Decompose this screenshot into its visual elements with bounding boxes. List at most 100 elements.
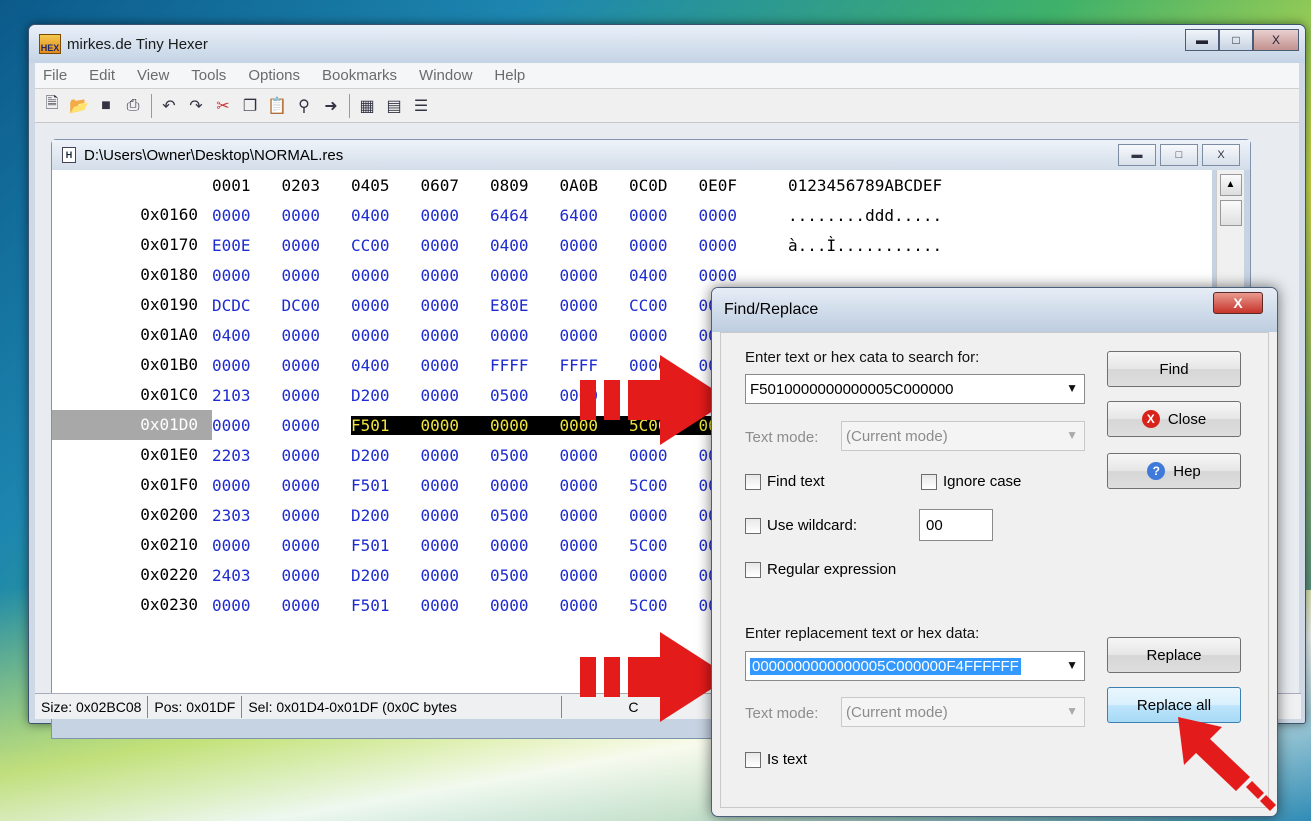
regex-checkbox[interactable]: Regular expression xyxy=(745,561,896,578)
wildcard-input[interactable]: 00 xyxy=(919,509,993,541)
hex-word[interactable]: 5C00 xyxy=(629,596,699,615)
hex-word[interactable]: D200 xyxy=(351,446,421,465)
hex-word[interactable]: 0000 xyxy=(421,566,491,585)
hex-word[interactable]: 0000 xyxy=(699,206,769,225)
hex-word[interactable]: 0000 xyxy=(282,566,352,585)
hex-word[interactable]: F501 xyxy=(351,536,421,555)
use-wildcard-checkbox[interactable]: Use wildcard: xyxy=(745,517,857,534)
view-hex-icon[interactable]: ▦ xyxy=(356,95,378,117)
hex-word[interactable]: 0000 xyxy=(282,536,352,555)
hex-word[interactable]: 0000 xyxy=(421,446,491,465)
hex-word[interactable]: CC00 xyxy=(351,236,421,255)
hex-word[interactable]: DC00 xyxy=(282,296,352,315)
hex-word[interactable]: 0000 xyxy=(212,536,282,555)
hex-word[interactable]: F501 xyxy=(351,415,421,435)
hex-word[interactable]: 0000 xyxy=(421,266,491,285)
hex-word[interactable]: 0000 xyxy=(699,236,769,255)
hex-word[interactable]: 0000 xyxy=(282,326,352,345)
hex-word[interactable]: 0000 xyxy=(490,415,560,435)
paste-icon[interactable]: 📋 xyxy=(266,95,288,117)
minimize-icon[interactable]: ▬ xyxy=(1185,29,1219,51)
scroll-thumb[interactable] xyxy=(1219,200,1242,226)
hex-row[interactable]: 0x0180 0000 0000 0000 0000 0000 0000 0400 0000 xyxy=(52,260,1212,290)
hex-word[interactable]: 0500 xyxy=(490,506,560,525)
hex-word[interactable]: 0000 xyxy=(282,506,352,525)
replace-button[interactable]: Replace xyxy=(1107,637,1241,673)
hex-word[interactable]: D200 xyxy=(351,566,421,585)
hex-word[interactable]: 0000 xyxy=(282,386,352,405)
menu-help[interactable]: Help xyxy=(494,67,525,84)
chevron-down-icon[interactable]: ▼ xyxy=(1066,704,1078,718)
close-button[interactable]: X Close xyxy=(1107,401,1241,437)
hex-word[interactable]: 0000 xyxy=(212,596,282,615)
find-button[interactable]: Find xyxy=(1107,351,1241,387)
hex-word[interactable]: 0500 xyxy=(490,446,560,465)
hex-word[interactable]: 0000 xyxy=(282,206,352,225)
hex-word[interactable]: 2403 xyxy=(212,566,282,585)
hex-word[interactable]: CC00 xyxy=(629,296,699,315)
chevron-down-icon[interactable]: ▼ xyxy=(1066,428,1078,442)
redo-icon[interactable]: ↷ xyxy=(185,95,207,117)
hex-word[interactable]: 5C00 xyxy=(629,476,699,495)
hex-word[interactable]: 0000 xyxy=(421,536,491,555)
is-text-checkbox[interactable]: Is text xyxy=(745,751,807,768)
hex-word[interactable]: 0000 xyxy=(351,266,421,285)
copy-icon[interactable]: ❐ xyxy=(239,95,261,117)
cut-icon[interactable]: ✂ xyxy=(212,95,234,117)
hex-word[interactable]: 0000 xyxy=(421,206,491,225)
replace-text-mode-select[interactable]: (Current mode) ▼ xyxy=(841,697,1085,727)
hex-word[interactable]: F501 xyxy=(351,596,421,615)
close-icon[interactable]: X xyxy=(1253,29,1299,51)
hex-word[interactable]: 0000 xyxy=(560,446,630,465)
hex-word[interactable]: 0000 xyxy=(351,296,421,315)
hex-word[interactable]: 0000 xyxy=(421,356,491,375)
new-file-icon[interactable]: 🗎 xyxy=(41,95,63,117)
hex-word[interactable]: 0000 xyxy=(282,596,352,615)
hex-word[interactable]: E00E xyxy=(212,236,282,255)
hex-word[interactable]: 0000 xyxy=(490,326,560,345)
hex-word[interactable]: 5C00 xyxy=(629,536,699,555)
hex-word[interactable]: 6400 xyxy=(560,206,630,225)
hex-word[interactable]: 6464 xyxy=(490,206,560,225)
hex-word[interactable]: 0000 xyxy=(421,476,491,495)
hex-word[interactable]: 0000 xyxy=(212,476,282,495)
hex-word[interactable]: 0000 xyxy=(560,326,630,345)
hex-word[interactable]: 0400 xyxy=(351,206,421,225)
hex-word[interactable]: 0500 xyxy=(490,386,560,405)
hex-word[interactable]: 0000 xyxy=(421,596,491,615)
undo-icon[interactable]: ↶ xyxy=(158,95,180,117)
hex-row[interactable]: 0x0170 E00E 0000 CC00 0000 0400 0000 0000 0000 à.… xyxy=(52,230,1212,260)
document-title-bar[interactable]: H D:\Users\Owner\Desktop\NORMAL.res ▬ □ … xyxy=(52,140,1250,170)
hex-word[interactable]: 0000 xyxy=(212,206,282,225)
ignore-case-checkbox[interactable]: Ignore case xyxy=(921,473,1021,490)
hex-word[interactable]: 0000 xyxy=(629,236,699,255)
maximize-icon[interactable]: □ xyxy=(1219,29,1253,51)
hex-word[interactable]: 0000 xyxy=(421,506,491,525)
save-icon[interactable]: ■ xyxy=(95,95,117,117)
hex-word[interactable]: 0000 xyxy=(560,536,630,555)
hex-word[interactable]: 0000 xyxy=(629,446,699,465)
hex-word[interactable]: 0000 xyxy=(282,356,352,375)
find-icon[interactable]: ⚲ xyxy=(293,95,315,117)
hex-word[interactable]: DCDC xyxy=(212,296,282,315)
hex-word[interactable]: 0500 xyxy=(490,566,560,585)
hex-word[interactable]: 0000 xyxy=(560,506,630,525)
search-combobox[interactable]: F5010000000000005C000000 ▼ xyxy=(745,374,1085,404)
hex-word[interactable]: 2103 xyxy=(212,386,282,405)
hex-word[interactable]: 0000 xyxy=(490,266,560,285)
hex-word[interactable]: 0000 xyxy=(282,476,352,495)
dialog-title-bar[interactable]: Find/Replace xyxy=(712,288,1277,332)
hex-word[interactable]: 0000 xyxy=(421,296,491,315)
hex-word[interactable]: D200 xyxy=(351,386,421,405)
hex-word[interactable]: 0000 xyxy=(282,416,352,435)
chevron-down-icon[interactable]: ▼ xyxy=(1066,381,1078,395)
hex-word[interactable]: 0000 xyxy=(421,386,491,405)
hex-word[interactable]: 0000 xyxy=(629,506,699,525)
hex-row[interactable]: 0x0160 0000 0000 0400 0000 6464 6400 0000 0000..… xyxy=(52,200,1212,230)
hex-word[interactable]: 0000 xyxy=(420,415,490,435)
hex-word[interactable]: 0000 xyxy=(699,266,769,285)
hex-word[interactable]: 0000 xyxy=(560,296,630,315)
print-icon[interactable]: ⎙ xyxy=(122,95,144,117)
title-bar[interactable]: HEX mirkes.de Tiny Hexer ▬ □ X xyxy=(29,25,1305,63)
open-folder-icon[interactable]: 📂 xyxy=(68,95,90,117)
